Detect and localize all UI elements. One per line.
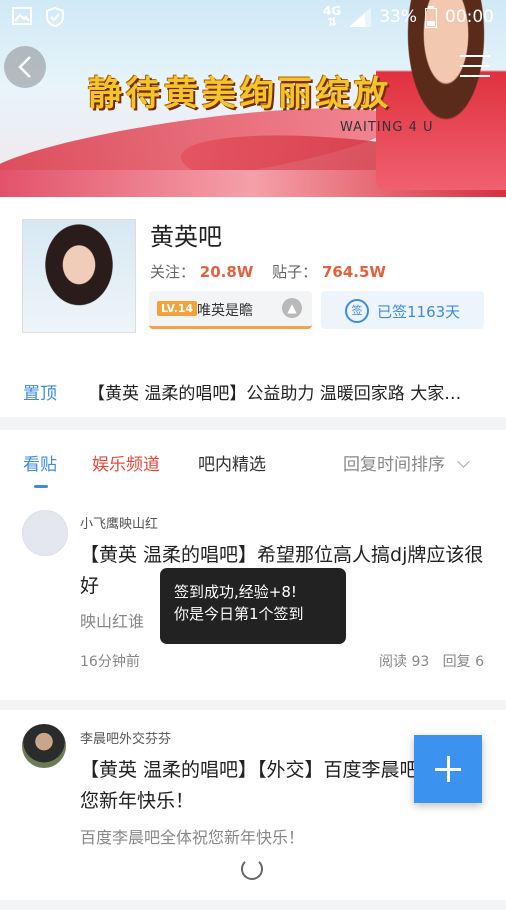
menu-icon-bar bbox=[460, 75, 490, 77]
post-stats: 阅读 93 回复 6 bbox=[379, 651, 484, 671]
battery-percent: 33% bbox=[379, 7, 417, 27]
banner-title: 静待黄美绚丽绽放 bbox=[88, 74, 392, 114]
sort-dropdown[interactable]: 回复时间排序 bbox=[343, 450, 470, 475]
new-post-button[interactable] bbox=[414, 735, 482, 803]
chevron-down-icon bbox=[457, 455, 470, 468]
sign-in-icon: 签 bbox=[345, 299, 369, 323]
reply-count: 回复 6 bbox=[442, 654, 484, 670]
avatar[interactable] bbox=[22, 510, 68, 556]
post-list: 小飞鹰映山红 【黄英 温柔的唱吧】希望那位高人搞dj牌应该很好 映山红谁 16分… bbox=[0, 490, 506, 900]
sort-label: 回复时间排序 bbox=[343, 455, 445, 475]
upgrade-icon[interactable]: ▲ bbox=[282, 298, 302, 318]
tab-featured[interactable]: 吧内精选 bbox=[198, 450, 266, 475]
toast-line-1: 签到成功,经验+8! bbox=[174, 583, 297, 601]
status-bar: 4G ⇅ 33% 00:00 bbox=[0, 0, 506, 34]
signal-icon bbox=[349, 7, 372, 27]
image-icon bbox=[12, 7, 32, 25]
toast-line-2: 你是今日第1个签到 bbox=[174, 605, 304, 623]
refresh-icon[interactable] bbox=[241, 858, 263, 880]
battery-icon bbox=[425, 6, 437, 28]
network-type: 4G ⇅ bbox=[323, 4, 342, 29]
level-title: 唯英是瞻 bbox=[197, 303, 253, 319]
forum-avatar[interactable] bbox=[22, 219, 136, 333]
sign-in-button[interactable]: 签 已签1163天 bbox=[321, 291, 484, 329]
post-excerpt: 映山红谁 bbox=[80, 612, 145, 631]
posts-count: 764.5W bbox=[321, 263, 386, 281]
post-time: 16分钟前 bbox=[80, 654, 140, 670]
level-badge: LV.14 bbox=[157, 301, 198, 316]
menu-icon-bar bbox=[460, 65, 490, 67]
pinned-title: 【黄英 温柔的唱吧】公益助力 温暖回家路 大家… bbox=[88, 384, 462, 404]
tab-posts[interactable]: 看贴 bbox=[23, 450, 57, 475]
chevron-left-icon bbox=[18, 56, 31, 78]
post-excerpt: 百度李晨吧全体祝您新年快乐！ bbox=[80, 828, 305, 847]
member-level[interactable]: LV.14 唯英是瞻 ▲ bbox=[149, 291, 312, 329]
plus-icon-vertical bbox=[446, 756, 450, 782]
menu-button[interactable] bbox=[460, 55, 490, 79]
post-author[interactable]: 李晨吧外交芬芬 bbox=[80, 728, 171, 747]
tab-entertainment[interactable]: 娱乐频道 bbox=[92, 450, 160, 475]
banner-subtitle: WAITING 4 U bbox=[340, 120, 434, 135]
sign-in-toast: 签到成功,经验+8! 你是今日第1个签到 bbox=[160, 568, 346, 644]
pinned-tag: 置顶 bbox=[23, 384, 57, 404]
post-author[interactable]: 小飞鹰映山红 bbox=[80, 513, 158, 532]
pinned-post[interactable]: 置顶 【黄英 温柔的唱吧】公益助力 温暖回家路 大家… bbox=[0, 349, 506, 409]
forum-name: 黄英吧 bbox=[150, 223, 222, 251]
posts-label: 贴子： bbox=[272, 263, 318, 281]
back-button[interactable] bbox=[4, 46, 46, 88]
active-tab-indicator bbox=[34, 485, 48, 488]
followers-label: 关注： bbox=[150, 263, 196, 281]
feed-tabs: 看贴 娱乐频道 吧内精选 回复时间排序 bbox=[0, 430, 506, 490]
shield-icon bbox=[46, 7, 64, 27]
forum-info-card: 黄英吧 关注： 20.8W 贴子： 764.5W LV.14 唯英是瞻 ▲ 签 … bbox=[0, 197, 506, 417]
clock: 00:00 bbox=[445, 7, 494, 27]
signed-days: 已签1163天 bbox=[377, 303, 461, 321]
menu-icon bbox=[460, 55, 490, 57]
forum-stats: 关注： 20.8W 贴子： 764.5W bbox=[150, 261, 400, 282]
read-count: 阅读 93 bbox=[379, 654, 430, 670]
followers-count: 20.8W bbox=[199, 263, 254, 281]
avatar[interactable] bbox=[22, 724, 66, 768]
